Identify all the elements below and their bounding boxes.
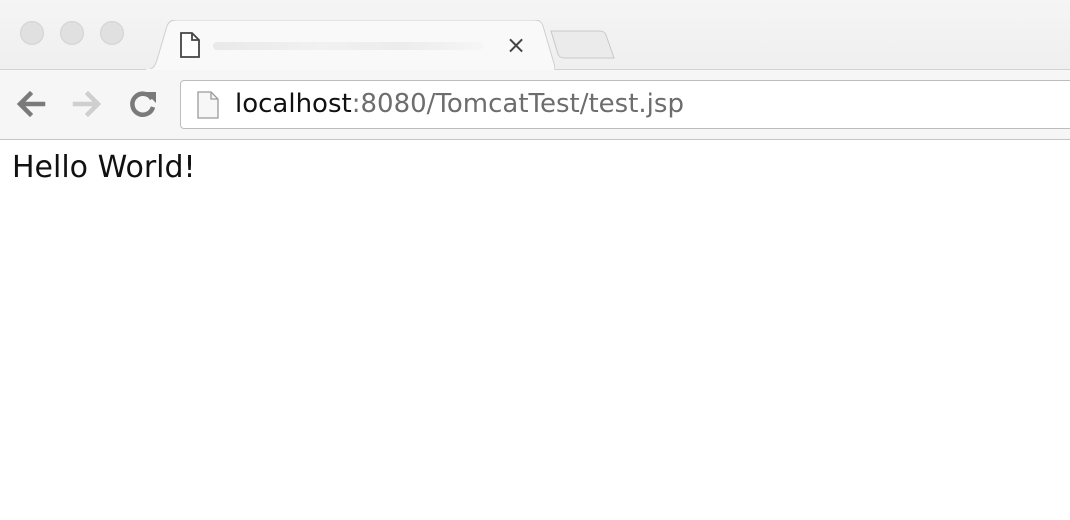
browser-toolbar: localhost:8080/TomcatTest/test.jsp	[0, 70, 1070, 140]
reload-icon[interactable]	[125, 86, 161, 122]
tab-close-button[interactable]: ×	[503, 32, 529, 58]
tab-strip: ×	[0, 0, 1070, 71]
window-minimize-button[interactable]	[60, 21, 84, 45]
window-zoom-button[interactable]	[100, 21, 124, 45]
new-tab-button[interactable]	[549, 29, 617, 61]
page-content: Hello World!	[0, 140, 1070, 520]
url-path: :8080/TomcatTest/test.jsp	[351, 89, 684, 119]
url-text[interactable]: localhost:8080/TomcatTest/test.jsp	[235, 81, 684, 128]
window-close-button[interactable]	[20, 21, 44, 45]
browser-window: × localhost:8080/TomcatTest/test.jsp Hel…	[0, 0, 1070, 520]
active-tab[interactable]: ×	[145, 20, 555, 71]
page-icon	[197, 91, 219, 119]
forward-arrow-icon[interactable]	[69, 86, 105, 122]
address-bar[interactable]: localhost:8080/TomcatTest/test.jsp	[180, 80, 1070, 129]
document-icon	[180, 32, 200, 58]
url-host: localhost	[235, 89, 352, 119]
page-text: Hello World!	[12, 150, 196, 185]
back-arrow-icon[interactable]	[13, 86, 49, 122]
tab-title	[213, 42, 483, 50]
